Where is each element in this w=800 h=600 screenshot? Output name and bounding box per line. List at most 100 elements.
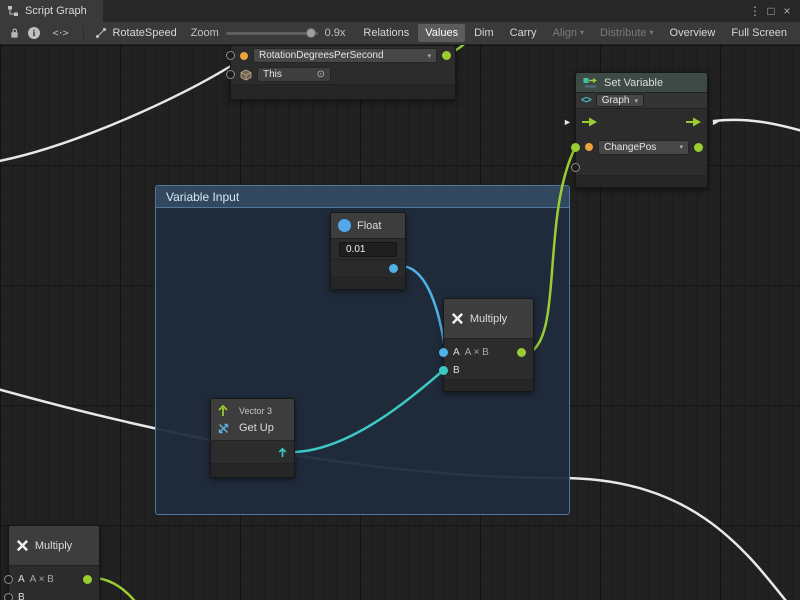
port-result-out[interactable]	[517, 348, 526, 357]
target-self-field[interactable]: This ⊙	[257, 67, 331, 82]
window-menu-icon[interactable]: ⋮	[747, 0, 763, 22]
port-result-out[interactable]	[83, 575, 92, 584]
variable-kind-dot	[240, 52, 248, 60]
toolbar: i <·> RotateSpeed Zoom 0.9x Relations Va…	[0, 22, 800, 45]
connections-toggle-icon[interactable]: <·>	[44, 24, 77, 42]
float-value-input[interactable]: 0.01	[339, 242, 397, 257]
node-header: Set Variable	[576, 73, 707, 93]
port-a-in[interactable]	[4, 575, 13, 584]
set-variable-icon	[583, 77, 598, 89]
node-title: Multiply	[35, 540, 72, 552]
wire-white-flow-out[interactable]	[714, 120, 800, 132]
port-in[interactable]	[226, 51, 235, 60]
distribute-button[interactable]: Distribute▾	[593, 24, 660, 42]
port-row-a: A A × B	[9, 570, 99, 588]
close-icon[interactable]: ×	[779, 0, 795, 22]
graph-asset-icon	[95, 27, 107, 39]
port-b-label: B	[18, 592, 25, 600]
variable-row: ChangePos ▾	[576, 135, 707, 159]
carry-button[interactable]: Carry	[503, 24, 544, 42]
maximize-icon[interactable]: □	[763, 0, 779, 22]
group-header[interactable]: Variable Input	[156, 186, 569, 208]
port-row	[211, 441, 294, 463]
flow-wire-arrow-out: ►	[711, 117, 720, 127]
node-type-label: Vector 3	[239, 406, 288, 416]
node-title: Set Variable	[604, 77, 663, 89]
flow-in-port[interactable]	[581, 117, 598, 127]
chevron-down-icon: ▾	[580, 28, 584, 37]
node-body	[576, 175, 707, 187]
transform-arrows-icon	[217, 422, 230, 435]
flow-row: ► ►	[576, 109, 707, 135]
port-b-label: B	[453, 365, 460, 376]
script-graph-window: Script Graph ⋮ □ × i <·> R	[0, 0, 800, 600]
port-a-label: A	[453, 347, 460, 358]
variable-scope-icon: <>	[581, 95, 591, 106]
chevron-down-icon: ▾	[634, 97, 638, 105]
node-get-variable[interactable]: RotationDegreesPerSecond ▾ This ⊙	[230, 45, 456, 100]
node-multiply-2[interactable]: × Multiply A A × B B	[8, 525, 100, 600]
port-in[interactable]	[226, 70, 235, 79]
align-button[interactable]: Align▾	[546, 24, 591, 42]
dim-button[interactable]: Dim	[467, 24, 501, 42]
node-header: × Multiply	[444, 299, 533, 339]
zoom-slider-handle[interactable]	[306, 28, 316, 38]
node-get-up[interactable]: Vector 3 Get Up	[210, 398, 295, 478]
zoom-label: Zoom	[191, 27, 219, 39]
node-float[interactable]: Float 0.01	[330, 212, 406, 290]
multiply-icon: ×	[16, 535, 29, 557]
port-value-out[interactable]	[442, 51, 451, 60]
node-set-variable[interactable]: Set Variable <> Graph ▾ ►	[575, 72, 708, 188]
node-body	[211, 463, 294, 477]
object-picker-icon[interactable]: ⊙	[317, 69, 325, 80]
fullscreen-button[interactable]: Full Screen	[724, 24, 794, 42]
node-title: Float	[357, 220, 381, 232]
port-vector-out[interactable]	[277, 447, 288, 458]
toolbar-separator	[83, 26, 84, 40]
node-body	[231, 84, 455, 99]
wire-white-to-get-variable[interactable]	[0, 64, 234, 162]
port-section: A A × B B	[9, 566, 99, 600]
gameobject-cube-icon	[240, 69, 252, 81]
lock-icon[interactable]	[5, 24, 24, 42]
variable-name-dropdown[interactable]: ChangePos ▾	[598, 140, 689, 155]
overview-button[interactable]: Overview	[663, 24, 723, 42]
script-graph-icon	[7, 5, 19, 17]
node-header: × Multiply	[9, 526, 99, 566]
chevron-down-icon: ▾	[427, 52, 431, 60]
wire-green-multiply2-out[interactable]	[96, 578, 139, 600]
port-in[interactable]	[571, 163, 580, 172]
flow-out-port[interactable]	[685, 117, 702, 127]
port-value-out[interactable]	[694, 143, 703, 152]
chevron-down-icon: ▾	[650, 28, 654, 37]
values-button[interactable]: Values	[418, 24, 465, 42]
titlebar: Script Graph ⋮ □ ×	[0, 0, 800, 22]
chevron-down-icon: ▾	[679, 143, 683, 151]
info-icon[interactable]: i	[24, 24, 43, 42]
relations-button[interactable]: Relations	[356, 24, 416, 42]
port-row-b: B	[9, 588, 99, 600]
float-type-icon	[338, 219, 351, 232]
tab-script-graph[interactable]: Script Graph	[0, 0, 103, 22]
zoom-slider[interactable]	[226, 32, 318, 35]
zoom-value: 0.9x	[325, 27, 346, 39]
extra-port-row	[576, 159, 707, 175]
scope-row: <> Graph ▾	[576, 93, 707, 109]
node-header: Vector 3 Get Up	[211, 399, 294, 441]
port-a-label: A	[18, 574, 25, 585]
node-title: Multiply	[470, 313, 507, 325]
port-value-in[interactable]	[571, 143, 580, 152]
scope-dropdown[interactable]: Graph ▾	[596, 94, 644, 107]
tab-label: Script Graph	[25, 5, 87, 17]
port-a-in[interactable]	[439, 348, 448, 357]
variable-name-dropdown[interactable]: RotationDegreesPerSecond ▾	[253, 48, 437, 63]
port-b-in[interactable]	[4, 593, 13, 600]
node-multiply[interactable]: × Multiply A A × B B	[443, 298, 534, 392]
port-value-out[interactable]	[389, 264, 398, 273]
graph-canvas[interactable]: Variable Input RotationDegreesPerSecond …	[0, 45, 800, 600]
graph-breadcrumb[interactable]: RotateSpeed	[89, 27, 182, 39]
node-header: Float	[331, 213, 405, 239]
port-result-label: A × B	[465, 347, 489, 358]
port-b-in[interactable]	[439, 366, 448, 375]
port-row	[331, 259, 405, 277]
